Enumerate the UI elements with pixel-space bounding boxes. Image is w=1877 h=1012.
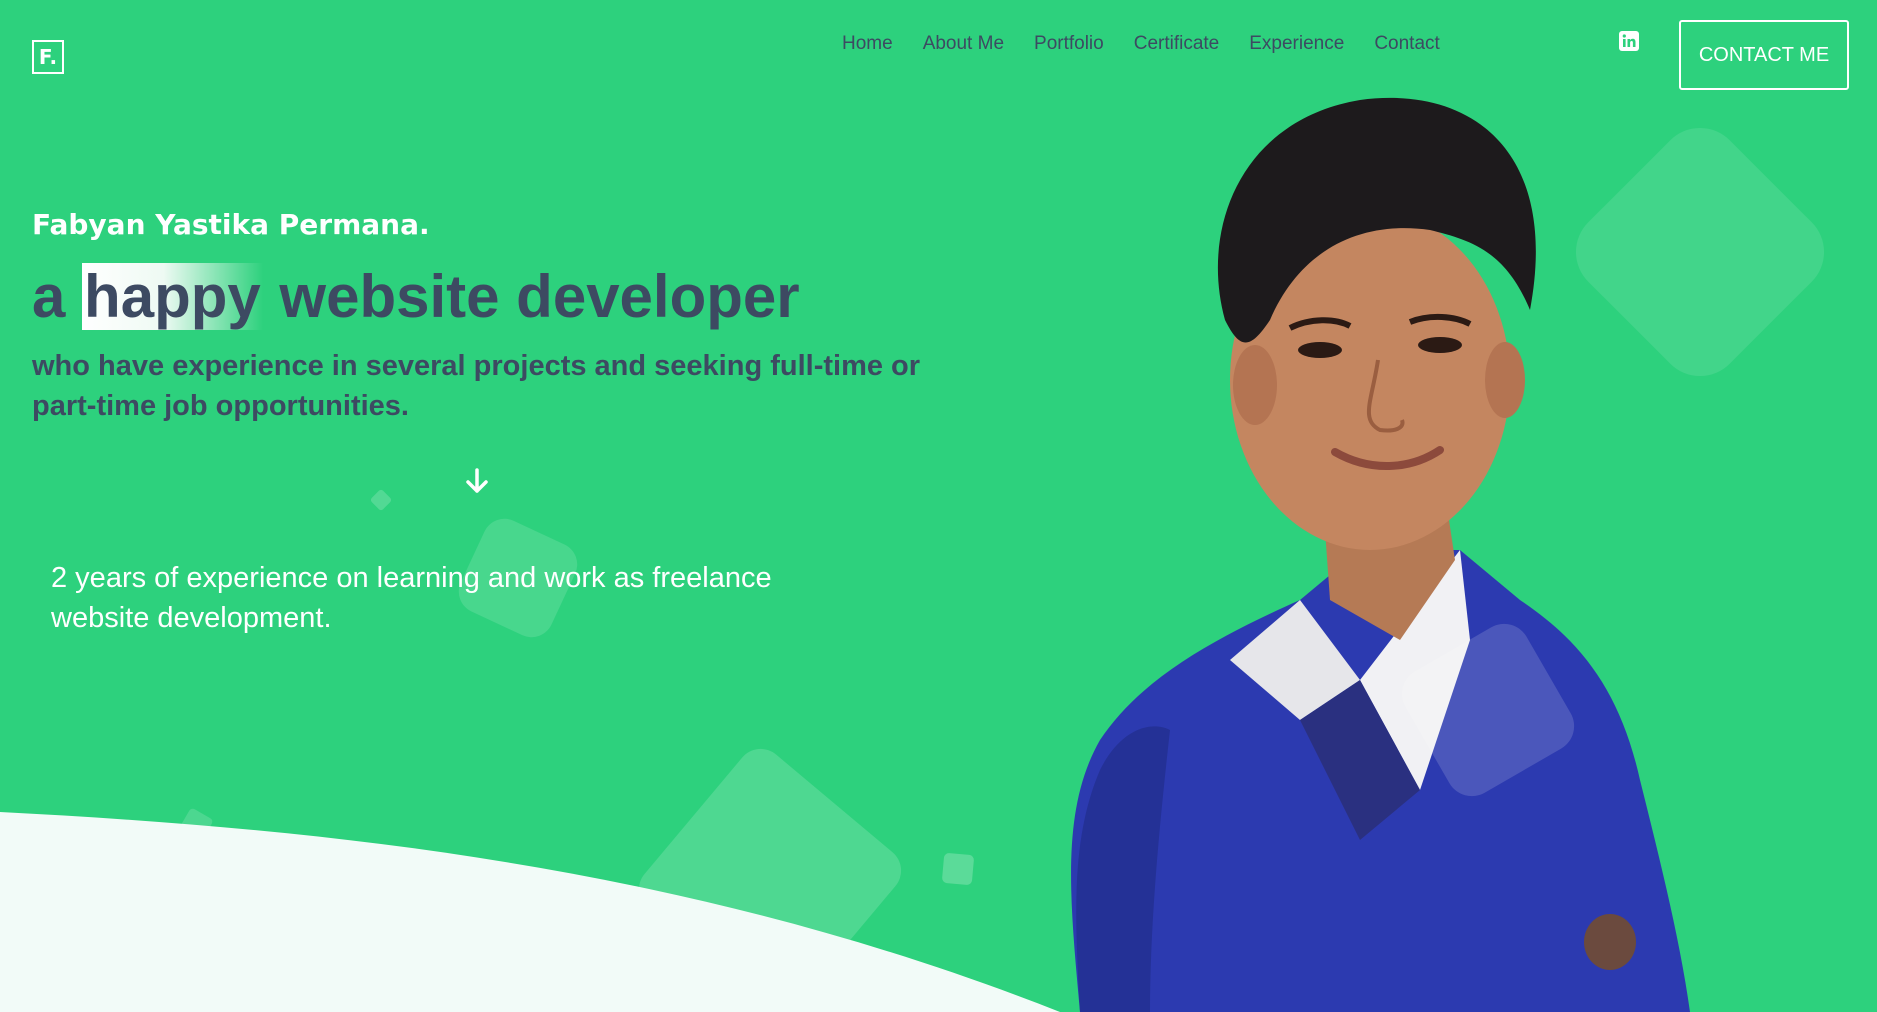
nav-about-me[interactable]: About Me [923, 33, 1004, 55]
main-nav: Home About Me Portfolio Certificate Expe… [842, 33, 1440, 55]
linkedin-icon[interactable] [1619, 31, 1639, 51]
author-name: Fabyan Yastika Permana. [32, 208, 430, 241]
subtitle: who have experience in several projects … [32, 350, 921, 422]
arrow-down-icon[interactable] [462, 466, 492, 496]
decorative-shape [178, 807, 214, 843]
nav-home[interactable]: Home [842, 33, 893, 55]
profile-photo [1071, 97, 1690, 1012]
nav-certificate[interactable]: Certificate [1134, 33, 1220, 55]
headline-prefix: a [32, 263, 66, 330]
hero-section: F. Home About Me Portfolio Certificate E… [0, 0, 1877, 1012]
decorative-shape [369, 488, 393, 512]
nav-experience[interactable]: Experience [1249, 33, 1344, 55]
nav-contact[interactable]: Contact [1374, 33, 1439, 55]
decorative-shape [629, 739, 911, 1012]
headline-suffix: website developer [279, 263, 800, 330]
headline-highlight: happy [82, 263, 263, 330]
headline: a happy website developer [32, 262, 800, 331]
nav-portfolio[interactable]: Portfolio [1034, 33, 1104, 55]
experience-text: 2 years of experience on learning and wo… [51, 562, 772, 634]
logo[interactable]: F. [32, 40, 64, 74]
contact-me-button[interactable]: CONTACT ME [1679, 20, 1849, 90]
decorative-shape [941, 852, 975, 886]
